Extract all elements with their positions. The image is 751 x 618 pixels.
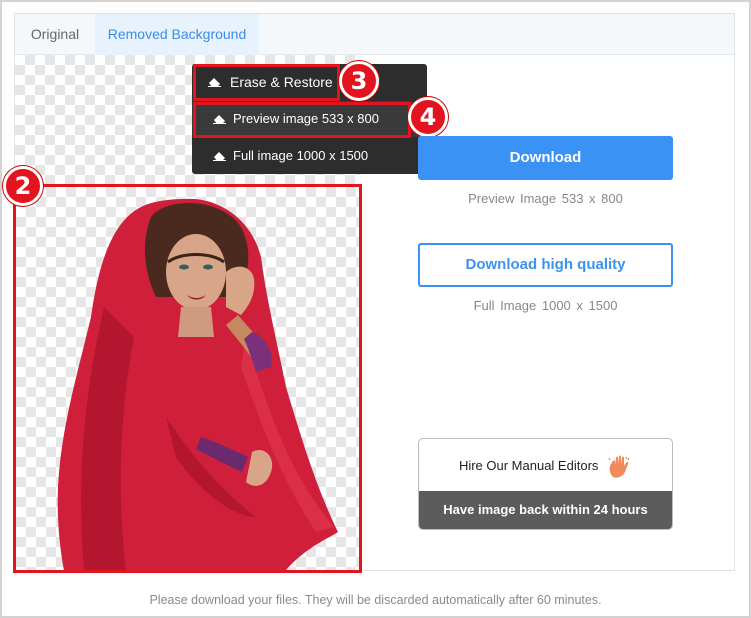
footer-note: Please download your files. They will be… — [149, 593, 602, 607]
hire-editors-card[interactable]: Hire Our Manual Editors Have image back … — [418, 438, 673, 530]
menu-item-preview-image[interactable]: Preview image 533 x 800 — [192, 101, 427, 137]
full-image-info: Full Image 1000 x 1500 — [473, 298, 618, 313]
hire-title: Hire Our Manual Editors — [458, 458, 599, 473]
eraser-icon — [213, 152, 226, 161]
step-badge-3: 3 — [339, 61, 379, 101]
eraser-icon — [213, 115, 226, 124]
download-button[interactable]: Download — [418, 136, 673, 180]
hire-subtitle: Have image back within 24 hours — [419, 491, 672, 529]
eraser-icon — [208, 78, 221, 87]
menu-item-label: Erase & Restore — [230, 74, 333, 90]
tab-original[interactable]: Original — [15, 14, 95, 55]
download-high-quality-button[interactable]: Download high quality — [418, 243, 673, 287]
result-image-highlight — [13, 184, 362, 573]
menu-item-label: Preview image 533 x 800 — [233, 111, 379, 126]
step-badge-4: 4 — [408, 97, 448, 137]
step-badge-2: 2 — [3, 166, 43, 206]
waving-hand-icon — [608, 455, 630, 478]
tab-bar: Original Removed Background — [15, 14, 734, 55]
preview-image-info: Preview Image 533 x 800 — [468, 191, 623, 206]
tab-removed-background[interactable]: Removed Background — [95, 14, 259, 55]
result-image — [57, 198, 338, 570]
menu-item-label: Full image 1000 x 1500 — [233, 148, 369, 163]
menu-item-erase-restore[interactable]: Erase & Restore — [192, 64, 427, 100]
edit-dropdown-menu: Erase & Restore Preview image 533 x 800 … — [192, 64, 427, 174]
hire-title-row: Hire Our Manual Editors — [419, 439, 672, 491]
menu-item-full-image[interactable]: Full image 1000 x 1500 — [192, 138, 427, 174]
